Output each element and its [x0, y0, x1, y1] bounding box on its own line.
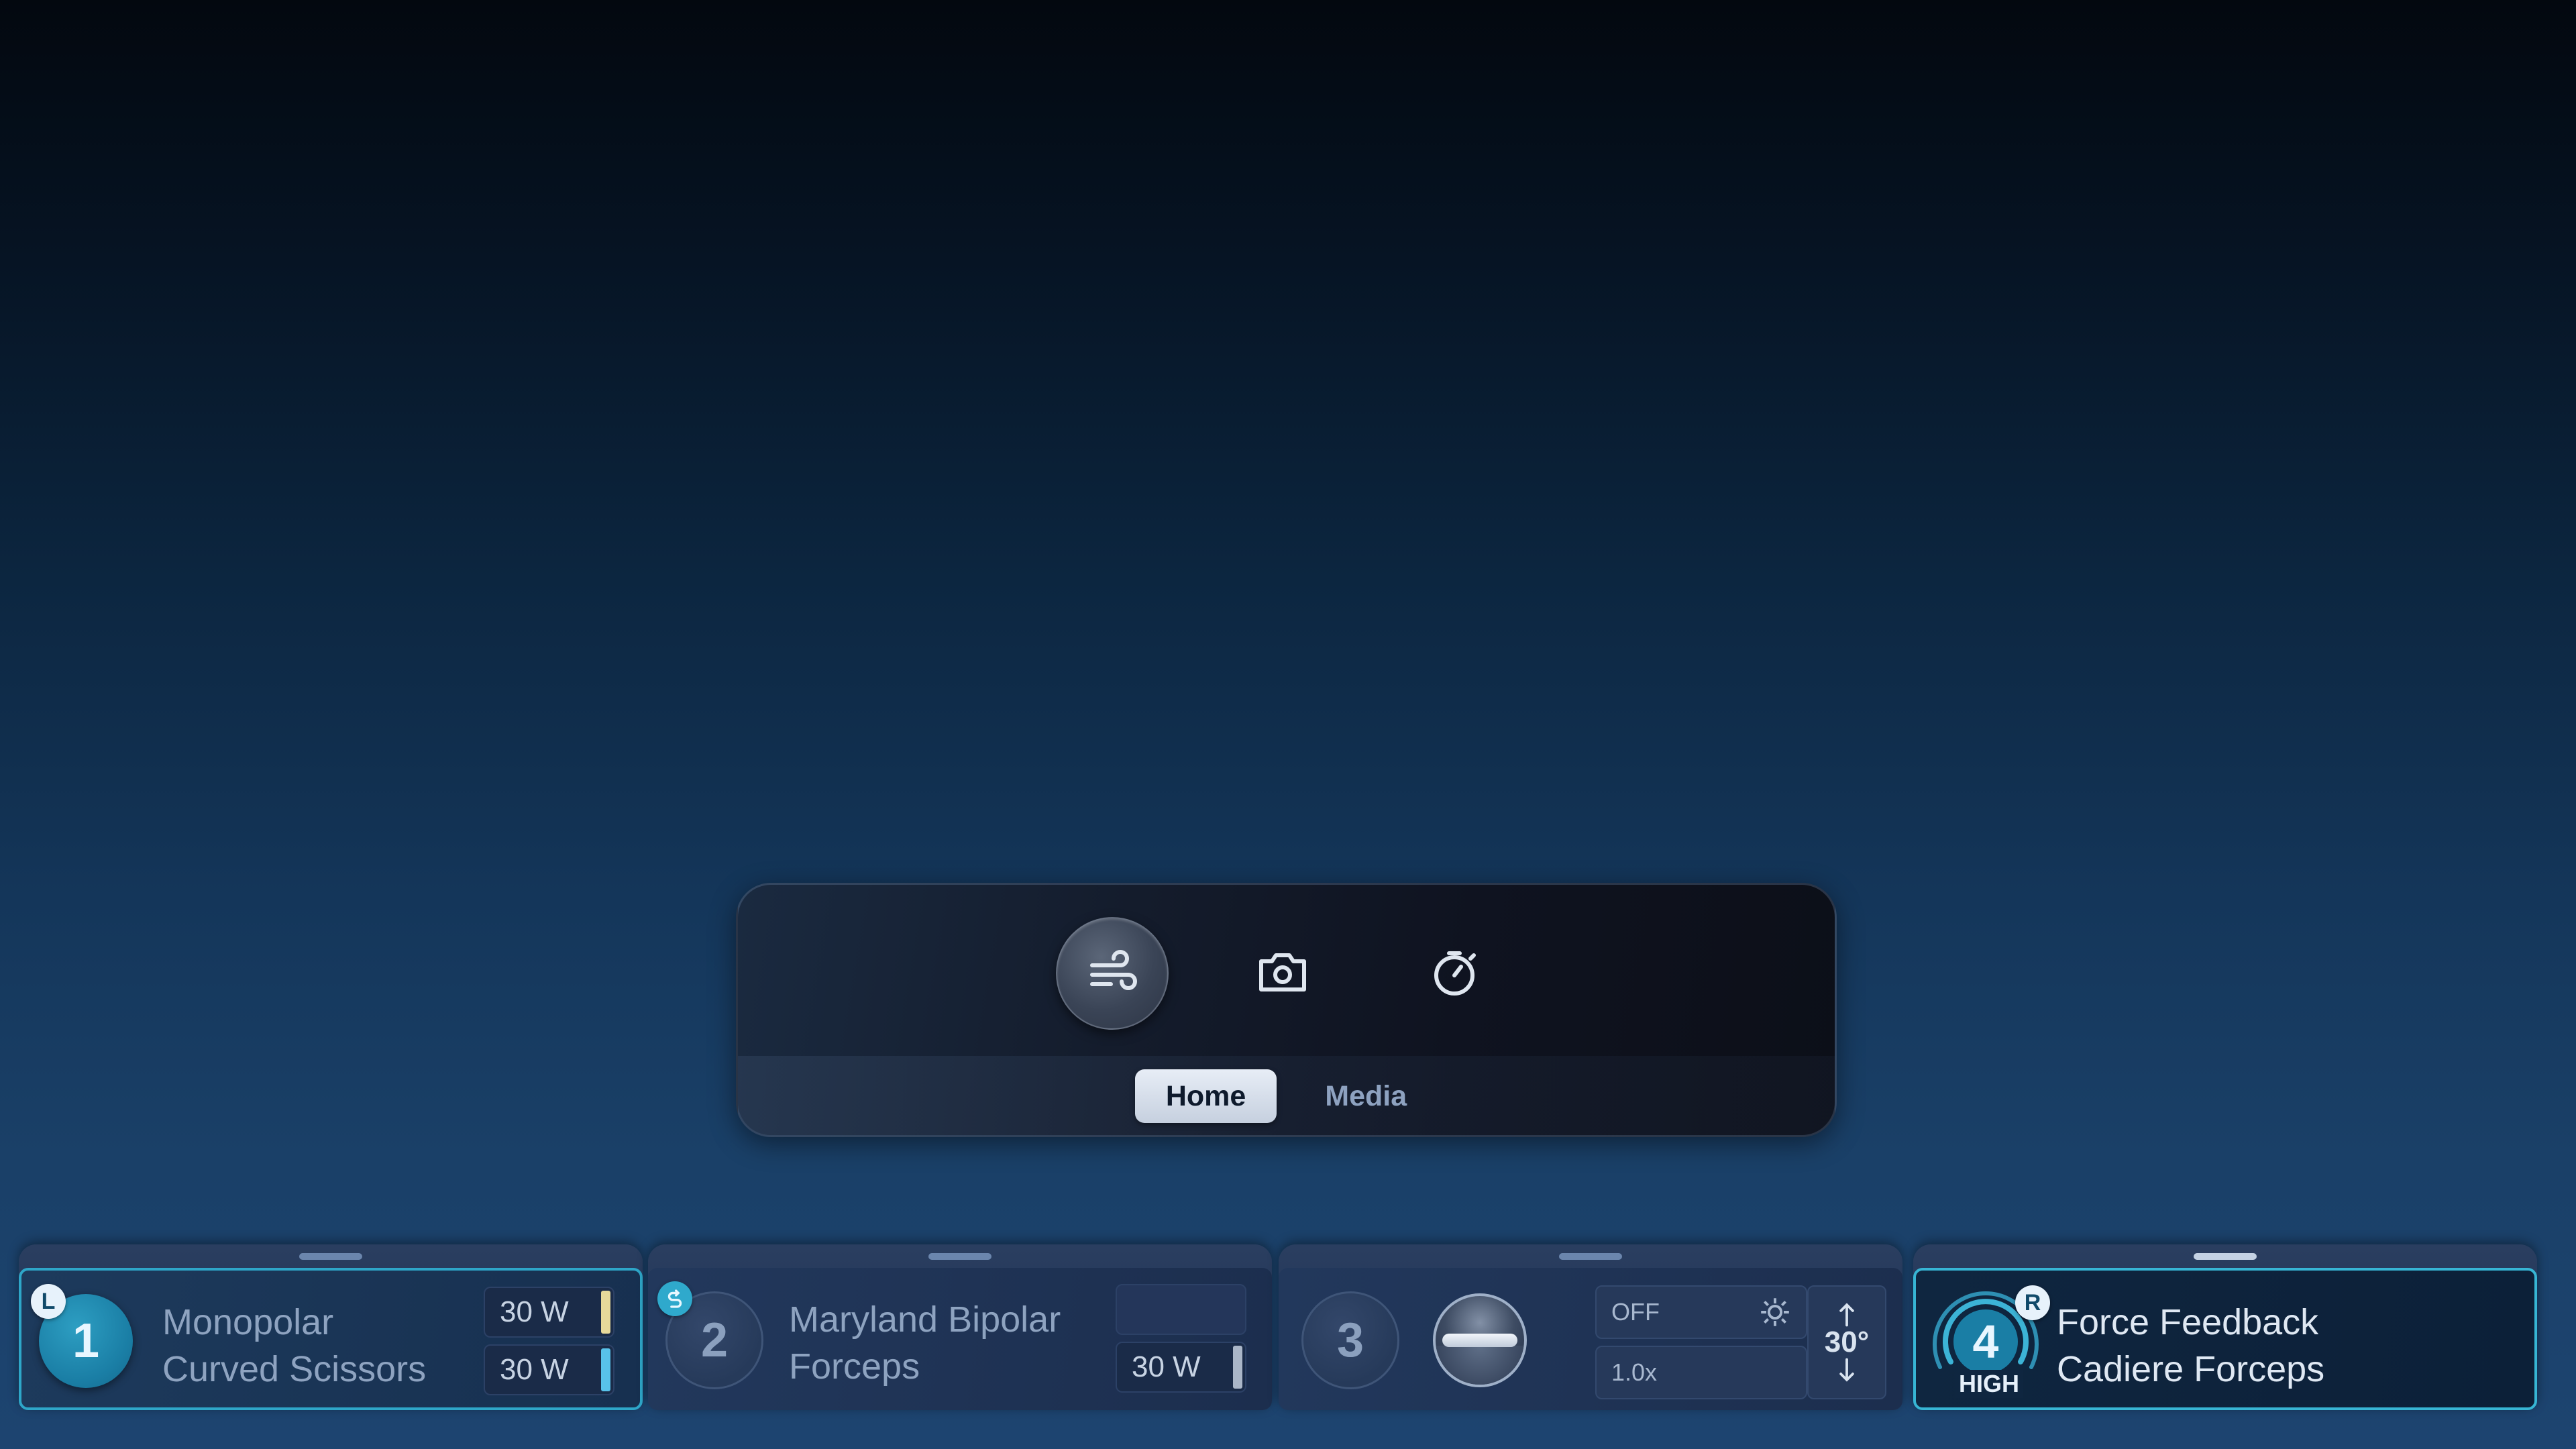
arrow-down-icon — [1839, 1358, 1854, 1382]
instrument-card-4[interactable]: 4 R HIGH Force Feedback Cadiere Forceps — [1913, 1244, 2537, 1410]
endoscope-horizon — [1442, 1334, 1517, 1347]
zoom-value: 1.0x — [1611, 1358, 1658, 1386]
screen: Home Media 1 L Monopolar Curved Scissors… — [0, 0, 2576, 1449]
light-settings-icon — [1761, 1298, 1789, 1326]
instrument-name-line2: Cadiere Forceps — [2057, 1349, 2325, 1389]
cut-indicator-bar — [601, 1291, 610, 1334]
card-body: 3 OFF 1.0x 30° — [1279, 1268, 1902, 1410]
arm-number: 3 — [1301, 1291, 1399, 1389]
instrument-name-line1: Force Feedback — [2057, 1302, 2319, 1342]
instrument-card-2[interactable]: 2 Maryland Bipolar Forceps 30 W — [648, 1244, 1272, 1410]
camera-card-3[interactable]: 3 OFF 1.0x 30° — [1279, 1244, 1902, 1410]
cut-power-value: 30 W — [500, 1295, 569, 1328]
instrument-name-line2: Curved Scissors — [162, 1349, 427, 1389]
hand-badge: L — [31, 1284, 66, 1319]
zoom-control[interactable]: 1.0x — [1595, 1346, 1807, 1399]
timer-button[interactable] — [1399, 917, 1509, 1027]
endoscope-view-icon — [1433, 1293, 1527, 1387]
instrument-name: Maryland Bipolar Forceps — [789, 1296, 1061, 1390]
card-body: 2 Maryland Bipolar Forceps 30 W — [648, 1268, 1272, 1410]
arrow-up-icon — [1839, 1303, 1854, 1327]
light-mode-value: OFF — [1611, 1298, 1660, 1326]
panel-tabs: Home Media — [738, 1069, 1835, 1126]
hand-badge: R — [2015, 1285, 2050, 1320]
card-body: 1 L Monopolar Curved Scissors 30 W 30 W — [19, 1268, 643, 1410]
instrument-name-line2: Forceps — [789, 1346, 920, 1387]
bipolar-power-value: 30 W — [1132, 1350, 1201, 1383]
tab-home[interactable]: Home — [1134, 1069, 1277, 1123]
bipolar-power-display[interactable]: 30 W — [1116, 1342, 1246, 1393]
instrument-name-line1: Maryland Bipolar — [789, 1299, 1061, 1340]
stopwatch-icon — [1434, 951, 1476, 996]
cut-power-display[interactable]: 30 W — [484, 1287, 614, 1338]
coag-power-value: 30 W — [500, 1353, 569, 1386]
swap-badge[interactable] — [657, 1281, 692, 1316]
control-panel: Home Media — [736, 883, 1837, 1137]
empty-power-display[interactable] — [1116, 1284, 1246, 1335]
swap-icon — [667, 1289, 682, 1308]
coag-indicator-bar — [601, 1348, 610, 1391]
camera-icon — [1259, 953, 1306, 991]
endoscope-lower-half — [1436, 1346, 1524, 1385]
bipolar-indicator-bar — [1233, 1346, 1242, 1389]
force-level-label: HIGH — [1955, 1370, 2023, 1398]
camera-button[interactable] — [1228, 917, 1338, 1027]
instrument-name: Force Feedback Cadiere Forceps — [2057, 1299, 2324, 1393]
light-mode-control[interactable]: OFF — [1595, 1285, 1807, 1339]
instrument-name: Monopolar Curved Scissors — [162, 1299, 426, 1393]
drag-handle[interactable] — [928, 1253, 991, 1260]
instrument-name-line1: Monopolar — [162, 1302, 334, 1342]
tab-media[interactable]: Media — [1294, 1069, 1438, 1123]
drag-handle[interactable] — [2194, 1253, 2257, 1260]
coag-power-display[interactable]: 30 W — [484, 1344, 614, 1395]
card-body: 4 R HIGH Force Feedback Cadiere Forceps — [1913, 1268, 2537, 1410]
scope-angle-control[interactable]: 30° — [1807, 1285, 1886, 1399]
drag-handle[interactable] — [299, 1253, 362, 1260]
insufflation-icon — [1090, 950, 1137, 990]
instrument-card-1[interactable]: 1 L Monopolar Curved Scissors 30 W 30 W — [19, 1244, 643, 1410]
drag-handle[interactable] — [1559, 1253, 1622, 1260]
scope-angle-value: 30° — [1824, 1326, 1870, 1358]
insufflation-button[interactable] — [1056, 917, 1169, 1030]
